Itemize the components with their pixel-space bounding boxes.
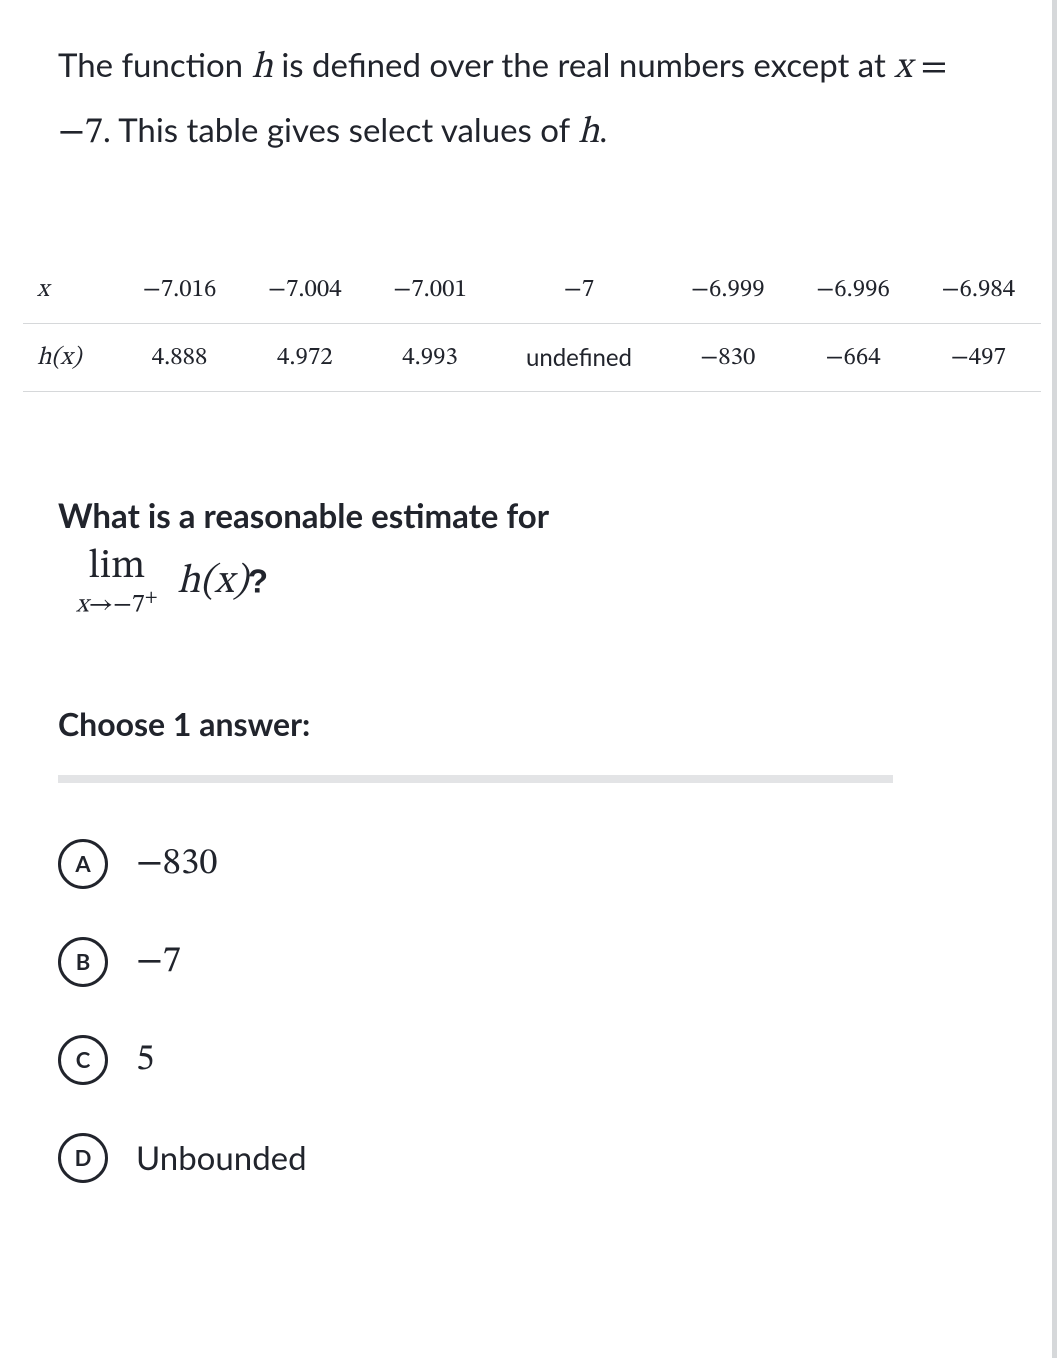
choice-letter-c: C bbox=[58, 1035, 108, 1085]
lim-text: lim bbox=[88, 547, 145, 587]
cell: −6.999 bbox=[665, 256, 790, 324]
choose-label: Choose 1 answer: bbox=[58, 704, 1006, 743]
cell: −497 bbox=[916, 323, 1041, 391]
cell: −7.001 bbox=[367, 256, 492, 324]
choice-text-c: 5 bbox=[136, 1037, 154, 1083]
cell: 4.972 bbox=[242, 323, 367, 391]
choice-text-a: −830 bbox=[136, 841, 218, 887]
cell: 4.888 bbox=[117, 323, 242, 391]
choice-text-d: Unbounded bbox=[136, 1138, 307, 1178]
cell: −7.004 bbox=[242, 256, 367, 324]
cell: −7 bbox=[493, 256, 666, 324]
question-line1: What is a reasonable estimate for bbox=[58, 492, 1006, 542]
cell-undefined: undefined bbox=[493, 323, 666, 391]
table-row: x −7.016 −7.004 −7.001 −7 −6.999 −6.996 … bbox=[23, 256, 1041, 324]
right-scroll-edge bbox=[1052, 0, 1057, 1358]
lim-hx: h(x) bbox=[177, 562, 248, 602]
sub-val: −7 bbox=[113, 593, 145, 619]
row-header-x: x bbox=[23, 256, 117, 324]
sub-sup-plus: + bbox=[145, 589, 158, 607]
sub-x: x bbox=[76, 593, 88, 619]
question-prompt: What is a reasonable estimate for lim x→… bbox=[58, 492, 1006, 619]
var-h: h bbox=[578, 114, 599, 151]
table-row: h(x) 4.888 4.972 4.993 undefined −830 −6… bbox=[23, 323, 1041, 391]
answer-choices: A −830 B −7 C 5 D Unbounded bbox=[58, 815, 1006, 1207]
choice-letter-d: D bbox=[58, 1133, 108, 1183]
problem-intro: The function h is defined over the real … bbox=[58, 36, 1006, 166]
choice-a[interactable]: A −830 bbox=[58, 815, 1006, 913]
cell: −6.996 bbox=[790, 256, 915, 324]
choice-c[interactable]: C 5 bbox=[58, 1011, 1006, 1109]
cell: −664 bbox=[790, 323, 915, 391]
choice-text-b: −7 bbox=[136, 939, 181, 985]
choice-d[interactable]: D Unbounded bbox=[58, 1109, 1006, 1207]
choice-letter-a: A bbox=[58, 839, 108, 889]
eq-sign: = bbox=[912, 49, 947, 86]
cell: −830 bbox=[665, 323, 790, 391]
values-table: x −7.016 −7.004 −7.001 −7 −6.999 −6.996 … bbox=[23, 256, 1041, 392]
divider bbox=[58, 775, 893, 783]
cell: −7.016 bbox=[117, 256, 242, 324]
sub-arrow: → bbox=[88, 593, 113, 619]
intro-text: . This table gives select values of bbox=[103, 110, 578, 150]
lim-subscript: x→−7+ bbox=[76, 589, 158, 619]
question-mark: ? bbox=[248, 562, 268, 599]
cell: −6.984 bbox=[916, 256, 1041, 324]
val-neg7: −7 bbox=[58, 114, 103, 151]
lim-operator: lim x→−7+ bbox=[76, 547, 158, 619]
problem-content: The function h is defined over the real … bbox=[0, 0, 1064, 1207]
intro-text: is defined over the real numbers except … bbox=[273, 45, 894, 85]
limit-expression: lim x→−7+ h(x)? bbox=[76, 547, 268, 619]
intro-text: . bbox=[599, 110, 607, 150]
row-header-hx: h(x) bbox=[23, 323, 117, 391]
choice-b[interactable]: B −7 bbox=[58, 913, 1006, 1011]
var-h: h bbox=[252, 49, 273, 86]
intro-text: The function bbox=[58, 45, 252, 85]
choice-letter-b: B bbox=[58, 937, 108, 987]
var-x: x bbox=[894, 49, 912, 86]
cell: 4.993 bbox=[367, 323, 492, 391]
